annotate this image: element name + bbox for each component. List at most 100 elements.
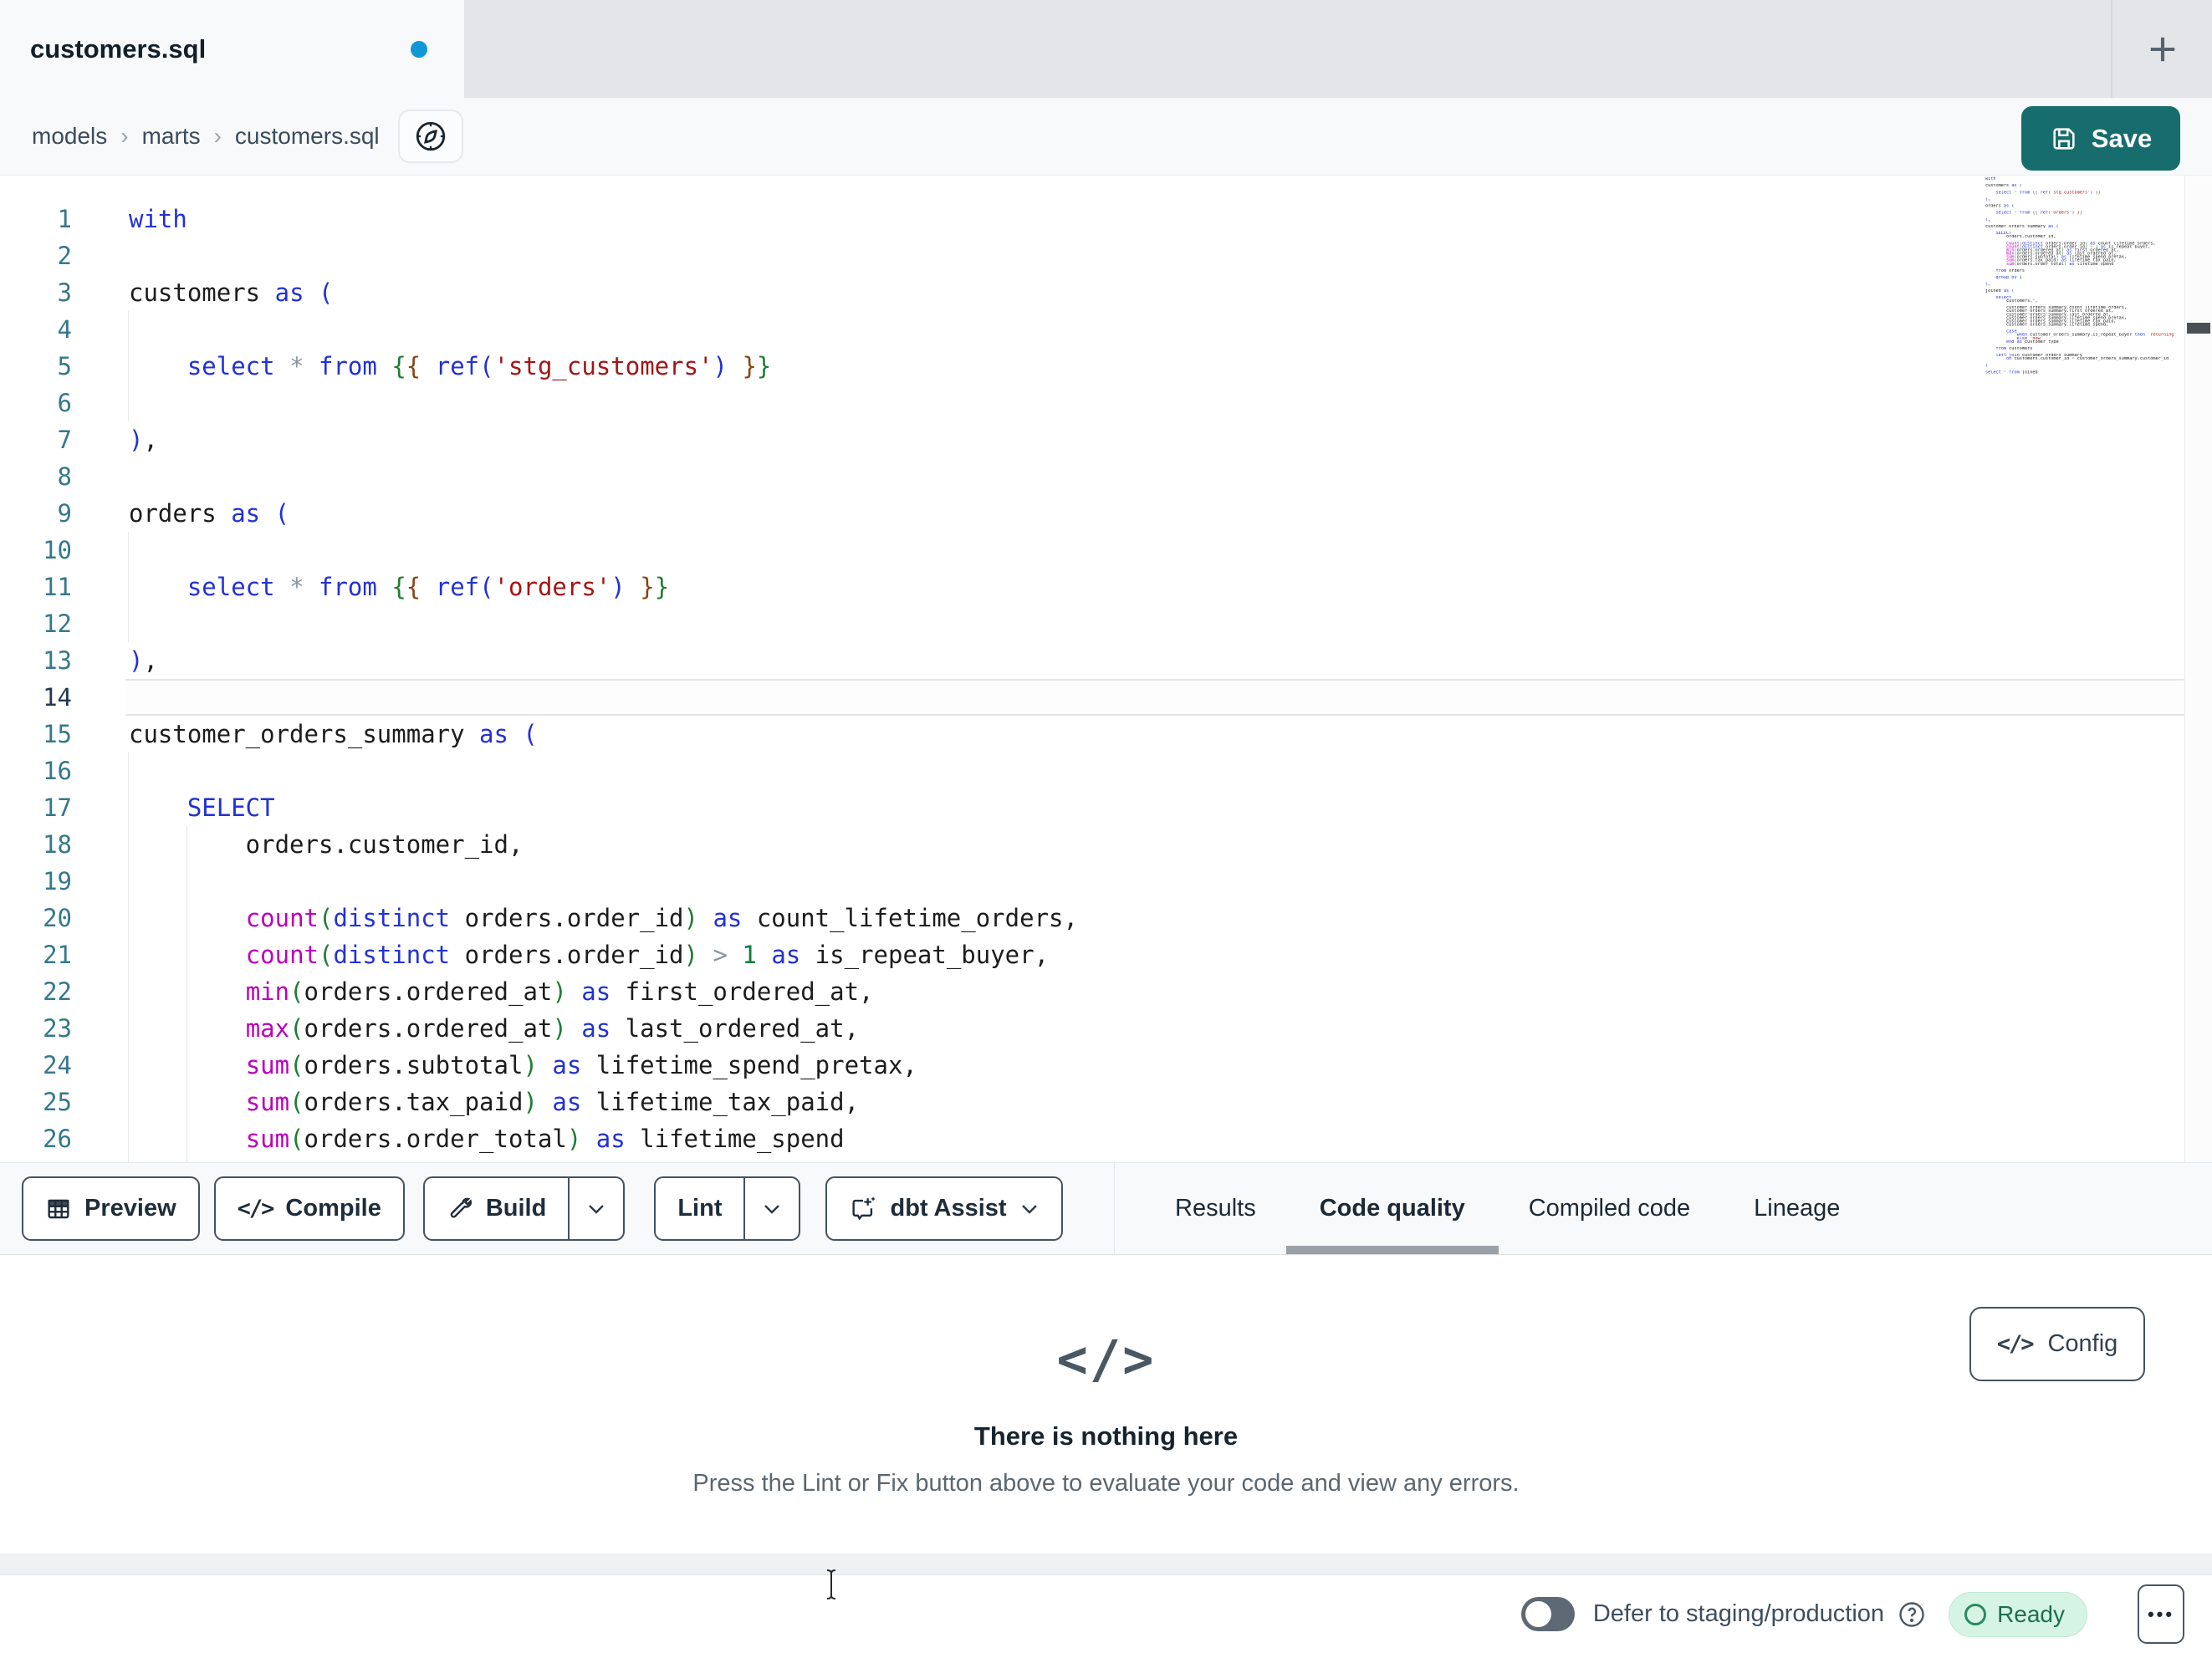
config-button-label: Config	[2047, 1330, 2118, 1357]
dbt-assist-button-label: dbt Assist	[890, 1195, 1007, 1222]
panel-tab-results[interactable]: Results	[1175, 1163, 1256, 1254]
status-ring-icon	[1964, 1603, 1987, 1625]
code-line-18[interactable]: 18 orders.customer_id,	[0, 826, 2184, 863]
file-tab-label: customers.sql	[30, 33, 207, 64]
code-line-20[interactable]: 20 count(distinct orders.order_id) as co…	[0, 900, 2184, 936]
line-number: 13	[43, 646, 72, 675]
preview-button[interactable]: Preview	[22, 1176, 200, 1241]
config-button[interactable]: </> Config	[1969, 1307, 2145, 1381]
breadcrumb-item-marts[interactable]: marts	[142, 123, 201, 150]
code-line-13[interactable]: 13),	[0, 642, 2184, 679]
code-line-10[interactable]: 10	[0, 532, 2184, 569]
defer-label: Defer to staging/production	[1592, 1600, 1885, 1627]
code-line-text: ),	[129, 646, 158, 675]
wrench-icon	[447, 1196, 473, 1222]
compass-icon	[416, 121, 445, 151]
code-line-22[interactable]: 22 min(orders.ordered_at) as first_order…	[0, 973, 2184, 1010]
code-line-14[interactable]: 14	[0, 679, 2184, 716]
panel-tab-lineage[interactable]: Lineage	[1754, 1163, 1840, 1254]
code-line-23[interactable]: 23 max(orders.ordered_at) as last_ordere…	[0, 1010, 2184, 1047]
file-tab-customers-sql[interactable]: customers.sql	[0, 0, 464, 98]
compile-button[interactable]: </> Compile	[213, 1176, 405, 1241]
empty-state-subtitle: Press the Lint or Fix button above to ev…	[692, 1470, 1520, 1497]
line-number: 3	[57, 278, 72, 307]
line-number: 20	[43, 904, 72, 932]
code-line-25[interactable]: 25 sum(orders.tax_paid) as lifetime_tax_…	[0, 1084, 2184, 1120]
editor-tab-bar: customers.sql	[0, 0, 2212, 98]
code-brackets-icon: </>	[237, 1196, 275, 1222]
code-line-text: SELECT	[186, 793, 275, 822]
code-line-7[interactable]: 7),	[0, 421, 2184, 458]
code-line-17[interactable]: 17 SELECT	[0, 789, 2184, 826]
dbt-ide-window: customers.sql models › marts › customers.sql…	[0, 0, 2212, 1653]
code-line-2[interactable]: 2	[0, 237, 2184, 274]
indent-guide	[128, 311, 129, 421]
line-number: 14	[43, 683, 72, 712]
panel-tab-compiled-code[interactable]: Compiled code	[1529, 1163, 1690, 1254]
code-line-11[interactable]: 11 select * from {{ ref('orders') }}	[0, 569, 2184, 605]
new-tab-button[interactable]	[2111, 0, 2212, 98]
code-line-text: select * from {{ ref('orders') }}	[186, 573, 670, 601]
toolbar-divider	[1114, 1163, 1115, 1254]
code-quality-panel: </> There is nothing here Press the Lint…	[0, 1255, 2212, 1554]
code-line-4[interactable]: 4	[0, 311, 2184, 348]
line-number: 12	[43, 610, 72, 638]
status-bar: Defer to staging/production Ready •••	[0, 1575, 2212, 1653]
code-line-19[interactable]: 19	[0, 863, 2184, 900]
line-number: 2	[57, 242, 72, 270]
lint-button[interactable]: Lint	[656, 1178, 743, 1239]
lint-dropdown-button[interactable]	[743, 1178, 799, 1239]
line-number: 24	[43, 1051, 72, 1079]
breadcrumb-item-customers-sql[interactable]: customers.sql	[235, 123, 380, 150]
code-line-text: with	[129, 205, 187, 233]
code-line-1[interactable]: 1 with	[0, 201, 2184, 237]
code-line-21[interactable]: 21 count(distinct orders.order_id) > 1 a…	[0, 936, 2184, 973]
indent-guide	[128, 753, 129, 1162]
code-line-6[interactable]: 6	[0, 385, 2184, 421]
code-editor[interactable]: 1 with 2 3 customers as (4 5 select * from {{…	[0, 176, 2212, 1162]
code-line-26[interactable]: 26 sum(orders.order_total) as lifetime_s…	[0, 1120, 2184, 1157]
code-line-text: ),	[129, 426, 158, 454]
editor-scrollbar-thumb[interactable]	[2187, 323, 2210, 334]
code-line-15[interactable]: 15 customer_orders_summary as (	[0, 716, 2184, 753]
empty-state-title: There is nothing here	[973, 1421, 1239, 1451]
help-circle-icon[interactable]	[1897, 1599, 1927, 1630]
build-dropdown-button[interactable]	[568, 1178, 623, 1239]
breadcrumb-separator-icon: ›	[213, 123, 222, 149]
code-line-8[interactable]: 8	[0, 458, 2184, 495]
defer-toggle[interactable]	[1520, 1597, 1575, 1631]
ide-status-badge[interactable]: Ready	[1949, 1591, 2087, 1637]
code-line-24[interactable]: 24 sum(orders.subtotal) as lifetime_spen…	[0, 1047, 2184, 1084]
result-panel-tabs: Results Code quality Compiled code Lineage	[1175, 1163, 1840, 1254]
build-button[interactable]: Build	[425, 1178, 569, 1239]
code-line-text: count(distinct orders.order_id) as count…	[245, 904, 1078, 932]
text-cursor-pointer	[824, 1569, 839, 1600]
editor-scrollbar-track[interactable]	[2184, 176, 2212, 1162]
save-button[interactable]: Save	[2021, 106, 2180, 171]
line-number: 22	[43, 977, 72, 1006]
dbt-assist-button[interactable]: dbt Assist	[825, 1176, 1063, 1241]
ellipsis-icon: •••	[2147, 1603, 2175, 1625]
lint-split-button: Lint	[654, 1176, 801, 1241]
more-options-button[interactable]: •••	[2138, 1584, 2184, 1644]
code-line-5[interactable]: 5 select * from {{ ref('stg_customers') …	[0, 348, 2184, 385]
editor-action-bar: Preview </> Compile Build Lint dbt Assis…	[0, 1162, 2212, 1255]
indent-guide	[186, 826, 187, 1162]
toggle-knob	[1525, 1601, 1551, 1627]
line-number: 1	[57, 205, 72, 233]
line-number: 19	[43, 867, 72, 895]
line-number: 11	[43, 573, 72, 601]
editor-minimap[interactable]: with customers as ( select * from {{ ref(…	[1985, 177, 2184, 378]
line-number: 9	[57, 499, 72, 528]
code-line-3[interactable]: 3 customers as (	[0, 274, 2184, 311]
code-line-9[interactable]: 9 orders as (	[0, 495, 2184, 532]
breadcrumb-item-models[interactable]: models	[32, 123, 107, 150]
panel-tab-code-quality[interactable]: Code quality	[1285, 1163, 1499, 1254]
code-line-12[interactable]: 12	[0, 605, 2184, 642]
navigate-compass-button[interactable]	[397, 110, 463, 163]
code-line-16[interactable]: 16	[0, 753, 2184, 789]
